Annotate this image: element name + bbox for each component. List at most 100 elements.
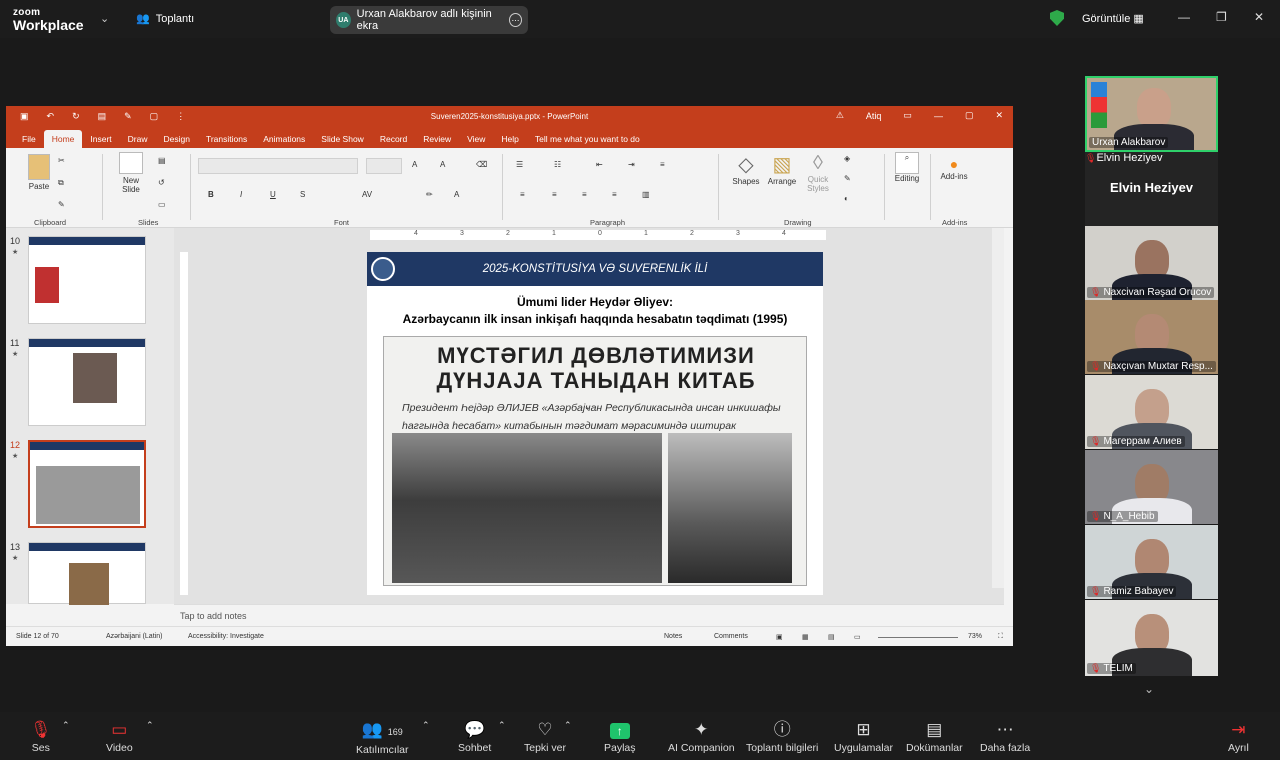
tab-home[interactable]: Home	[43, 130, 83, 148]
apps-button[interactable]: ⊞ Uygulamalar	[834, 720, 893, 754]
editing-button[interactable]: ⌕ Editing	[892, 152, 922, 183]
audio-options-icon[interactable]: ⌃	[62, 720, 70, 731]
quick-styles-button[interactable]: ◊ Quick Styles	[802, 152, 834, 193]
section-icon[interactable]: ▭	[158, 200, 166, 209]
numbering-icon[interactable]: ☷	[554, 160, 561, 169]
align-left-icon[interactable]: ≡	[520, 190, 525, 199]
more-button[interactable]: ⋯ Daha fazla	[980, 720, 1030, 754]
shapes-button[interactable]: ◇ Shapes	[730, 152, 762, 186]
more-icon[interactable]: ⋯	[509, 13, 522, 27]
outdent-icon[interactable]: ⇤	[596, 160, 603, 169]
char-spacing-icon[interactable]: AV	[362, 190, 372, 199]
copy-icon[interactable]: ⧉	[58, 178, 64, 188]
thumbnail-slide-10[interactable]	[28, 236, 146, 324]
accessibility-status[interactable]: Accessibility: Investigate	[188, 633, 264, 640]
tab-transitions[interactable]: Transitions	[198, 130, 255, 148]
font-size-box[interactable]	[366, 158, 402, 174]
tab-insert[interactable]: Insert	[82, 130, 119, 148]
tab-record[interactable]: Record	[372, 130, 415, 148]
react-options-icon[interactable]: ⌃	[564, 720, 572, 731]
format-painter-icon[interactable]: ✎	[58, 200, 65, 209]
line-spacing-icon[interactable]: ≡	[660, 160, 665, 169]
slide-thumbnails[interactable]: 10 ★ 11 ★ 12 ★ 13 ★	[6, 228, 174, 605]
participant-tile[interactable]: 🎙 Naxçıvan Muxtar Resp...	[1085, 300, 1218, 374]
new-slide-button[interactable]: New Slide	[114, 152, 148, 194]
sorter-view-icon[interactable]: ▦	[802, 633, 809, 641]
presenter-tile[interactable]: Urxan Alakbarov	[1085, 76, 1218, 152]
view-menu[interactable]: Görüntüle ▦	[1082, 12, 1144, 25]
zoom-slider[interactable]	[878, 637, 958, 638]
ppt-maximize-icon[interactable]: ▢	[965, 110, 974, 121]
layout-icon[interactable]: ▤	[158, 156, 166, 165]
tab-view[interactable]: View	[459, 130, 493, 148]
columns-icon[interactable]: ▥	[642, 190, 650, 199]
cut-icon[interactable]: ✂	[58, 156, 65, 165]
participants-options-icon[interactable]: ⌃	[422, 720, 430, 731]
meeting-menu[interactable]: 👥 Toplantı	[136, 12, 194, 26]
ai-companion-button[interactable]: ✦ AI Companion	[668, 720, 735, 754]
notes-pane[interactable]: Tap to add notes	[174, 604, 1004, 626]
paste-button[interactable]: Paste	[22, 154, 56, 191]
underline-icon[interactable]: U	[270, 190, 276, 199]
font-color-icon[interactable]: A	[454, 190, 459, 199]
clear-format-icon[interactable]: ⌫	[476, 160, 487, 169]
minimize-icon[interactable]: —	[1178, 10, 1190, 24]
shrink-font-icon[interactable]: A	[440, 160, 445, 169]
active-speaker-tile[interactable]: Elvin Heziyev 🎙Elvin Heziyev	[1085, 152, 1218, 226]
reset-icon[interactable]: ↺	[158, 178, 165, 187]
shape-effects-icon[interactable]: ◐	[844, 194, 849, 203]
grow-font-icon[interactable]: A	[412, 160, 417, 169]
highlight-icon[interactable]: ✏	[426, 190, 433, 199]
slideshow-view-icon[interactable]: ▭	[854, 633, 861, 641]
tab-slide-show[interactable]: Slide Show	[313, 130, 372, 148]
bold-icon[interactable]: B	[208, 190, 214, 199]
normal-view-icon[interactable]: ▣	[776, 633, 783, 641]
align-right-icon[interactable]: ≡	[582, 190, 587, 199]
ppt-minimize-icon[interactable]: —	[934, 111, 943, 121]
video-button[interactable]: ▭ Video	[106, 720, 133, 754]
indent-icon[interactable]: ⇥	[628, 160, 635, 169]
tell-me-search[interactable]: Tell me what you want to do	[527, 130, 648, 148]
docs-button[interactable]: ▤ Dokümanlar	[906, 720, 963, 754]
thumbnail-slide-12[interactable]	[28, 440, 146, 528]
participant-tile[interactable]: 🎙 Магеррам Алиев	[1085, 375, 1218, 449]
language-status[interactable]: Azərbaijani (Latin)	[106, 633, 162, 640]
thumbnail-slide-13[interactable]	[28, 542, 146, 605]
tab-review[interactable]: Review	[415, 130, 459, 148]
notes-button[interactable]: Notes	[664, 633, 682, 640]
meeting-info-button[interactable]: ⓘ Toplantı bilgileri	[746, 720, 818, 754]
addins-button[interactable]: ● Add-ins	[938, 156, 970, 181]
shape-fill-icon[interactable]: ◈	[844, 154, 850, 163]
participant-tile[interactable]: 🎙 Naxcivan Rəşad Orucov	[1085, 226, 1218, 300]
align-center-icon[interactable]: ≡	[552, 190, 557, 199]
close-icon[interactable]: ✕	[1254, 10, 1264, 24]
tab-file[interactable]: File	[14, 130, 44, 148]
participant-tile[interactable]: 🎙 TELIM	[1085, 600, 1218, 676]
italic-icon[interactable]: I	[240, 190, 242, 199]
comments-button[interactable]: Comments	[714, 633, 748, 640]
shadow-icon[interactable]: S	[300, 190, 305, 199]
zoom-level[interactable]: 73%	[968, 633, 982, 640]
ribbon-display-icon[interactable]: ▭	[903, 110, 912, 121]
participants-button[interactable]: 👥 169 Katılımcılar	[356, 720, 409, 756]
tab-draw[interactable]: Draw	[120, 130, 156, 148]
current-slide[interactable]: 2025-KONSTİTUSİYA VƏ SUVERENLİK İLİ Ümum…	[367, 252, 823, 595]
participant-tile[interactable]: 🎙 N_A_Hebib	[1085, 450, 1218, 524]
tab-help[interactable]: Help	[493, 130, 526, 148]
participant-tile[interactable]: 🎙 Ramiz Babayev	[1085, 525, 1218, 599]
audio-button[interactable]: 🎙 Ses	[30, 720, 52, 754]
slide-canvas[interactable]: 4 3 2 1 0 1 2 3 4 2025-KONSTİTUSİYA VƏ SUVERENLİ…	[174, 228, 1004, 604]
ppt-close-icon[interactable]: ✕	[995, 110, 1003, 121]
tab-animations[interactable]: Animations	[255, 130, 313, 148]
chevron-down-icon[interactable]: ⌄	[100, 12, 109, 25]
chat-options-icon[interactable]: ⌃	[498, 720, 506, 731]
justify-icon[interactable]: ≡	[612, 190, 617, 199]
arrange-button[interactable]: ▧ Arrange	[766, 152, 798, 186]
vertical-scrollbar[interactable]	[992, 228, 1004, 588]
leave-button[interactable]: ⇥ Ayrıl	[1228, 720, 1249, 754]
screen-share-pill[interactable]: UA Urxan Alakbarov adlı kişinin ekra ⋯	[330, 6, 528, 34]
bullets-icon[interactable]: ☰	[516, 160, 523, 169]
tab-design[interactable]: Design	[156, 130, 198, 148]
thumbnail-slide-11[interactable]	[28, 338, 146, 426]
share-screen-button[interactable]: ↑ Paylaş	[604, 720, 636, 754]
